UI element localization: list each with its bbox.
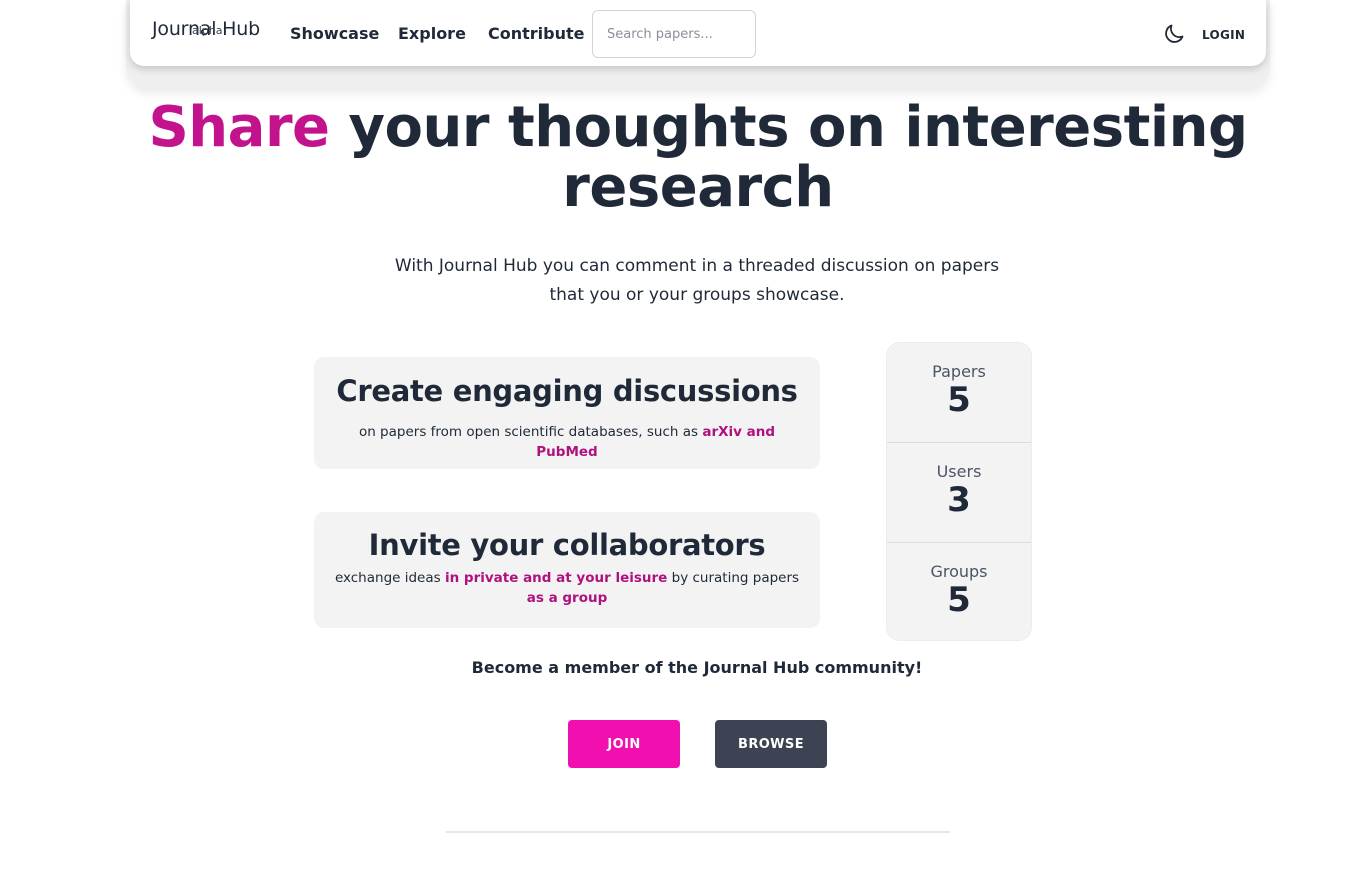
stat-value: 5 <box>947 580 971 620</box>
feature-highlight: in private and at your leisure <box>444 570 668 586</box>
moon-icon[interactable] <box>1162 22 1186 46</box>
feature-text: on papers from open scientific databases… <box>314 422 820 462</box>
stats-panel: Papers 5 Users 3 Groups 5 <box>886 342 1032 641</box>
stat-users: Users 3 <box>887 443 1031 543</box>
stat-label: Users <box>936 462 982 481</box>
stat-value: 5 <box>947 380 971 420</box>
feature-highlight: as a group <box>526 590 608 606</box>
nav-link-showcase[interactable]: Showcase <box>290 24 379 43</box>
stat-label: Groups <box>930 562 988 581</box>
feature-title: Create engaging discussions <box>336 374 798 408</box>
feature-text-part: exchange ideas <box>334 570 445 586</box>
feature-text: exchange ideas in private and at your le… <box>314 568 820 608</box>
divider <box>446 831 950 833</box>
nav-link-contribute[interactable]: Contribute <box>488 24 585 43</box>
feature-text-part: on papers from open scientific databases… <box>358 424 703 440</box>
join-button[interactable]: JOIN <box>568 720 680 768</box>
nav-link-explore[interactable]: Explore <box>398 24 466 43</box>
cta-text: Become a member of the Journal Hub commu… <box>471 658 923 677</box>
hero-subtitle: With Journal Hub you can comment in a th… <box>394 256 1000 305</box>
feature-card-collaborators: Invite your collaborators exchange ideas… <box>314 512 820 628</box>
hero-title: Share your thoughts on interesting resea… <box>130 98 1266 218</box>
feature-title: Invite your collaborators <box>368 528 766 562</box>
hero-title-accent: Share <box>148 95 330 160</box>
stat-label: Papers <box>932 362 986 381</box>
login-link[interactable]: LOGIN <box>1202 28 1245 42</box>
browse-button[interactable]: BROWSE <box>715 720 827 768</box>
brand-tag: alpha <box>192 24 223 37</box>
feature-card-discussions: Create engaging discussions on papers fr… <box>314 357 820 469</box>
hero-title-rest: your thoughts on interesting research <box>329 95 1248 220</box>
stat-value: 3 <box>947 480 971 520</box>
navbar: Journal Hub alpha Showcase Explore Contr… <box>130 0 1266 66</box>
feature-text-part: by curating papers <box>667 570 800 586</box>
search-input[interactable] <box>592 10 756 58</box>
stat-groups: Groups 5 <box>887 543 1031 640</box>
stat-papers: Papers 5 <box>887 343 1031 443</box>
